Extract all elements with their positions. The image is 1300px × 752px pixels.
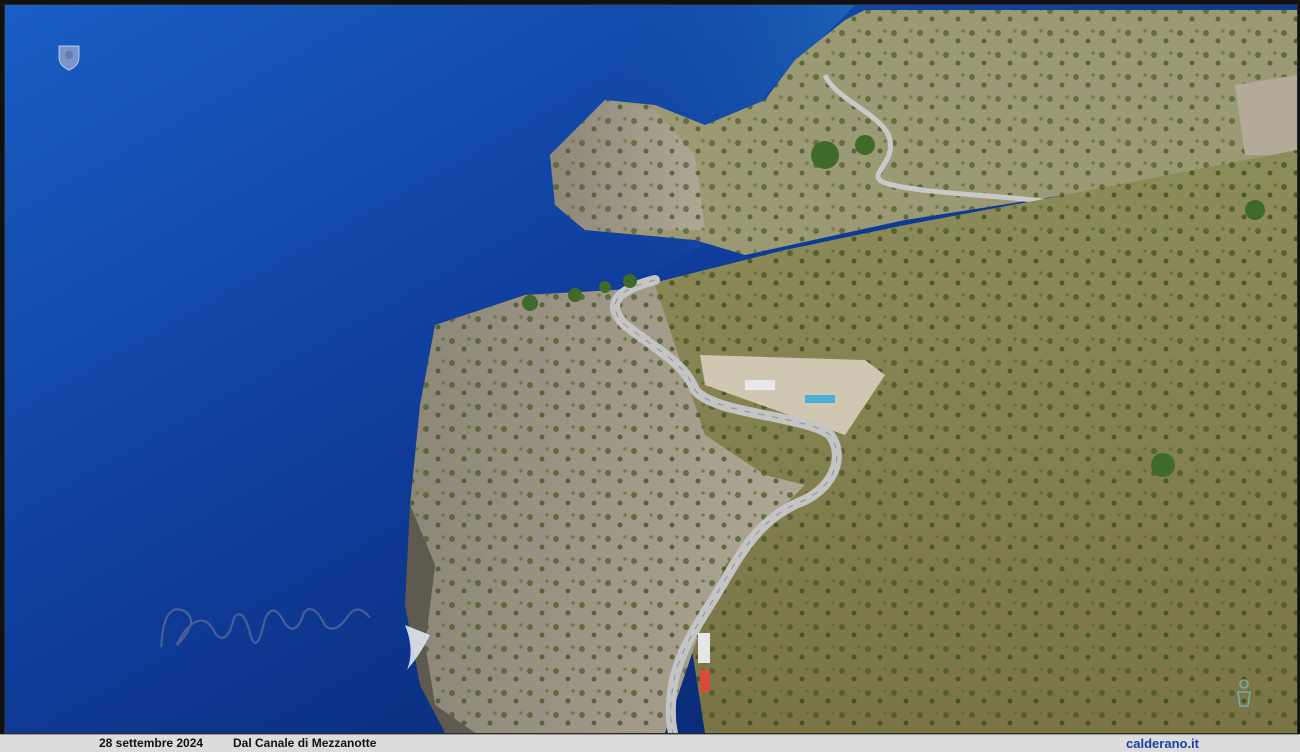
- caption-bar: 28 settembre 2024 Dal Canale di Mezzanot…: [0, 734, 1300, 752]
- aerial-photo: [4, 4, 1298, 734]
- figure-watermark-icon: [1235, 678, 1253, 708]
- signature-watermark: [152, 577, 377, 672]
- caption-date: 28 settembre 2024: [99, 736, 204, 750]
- crest-logo-icon: [56, 43, 82, 71]
- photo-frame: 28 settembre 2024 Dal Canale di Mezzanot…: [0, 0, 1300, 752]
- caption-title: Dal Canale di Mezzanotte: [233, 736, 377, 750]
- site-link[interactable]: calderano.it: [1126, 735, 1199, 752]
